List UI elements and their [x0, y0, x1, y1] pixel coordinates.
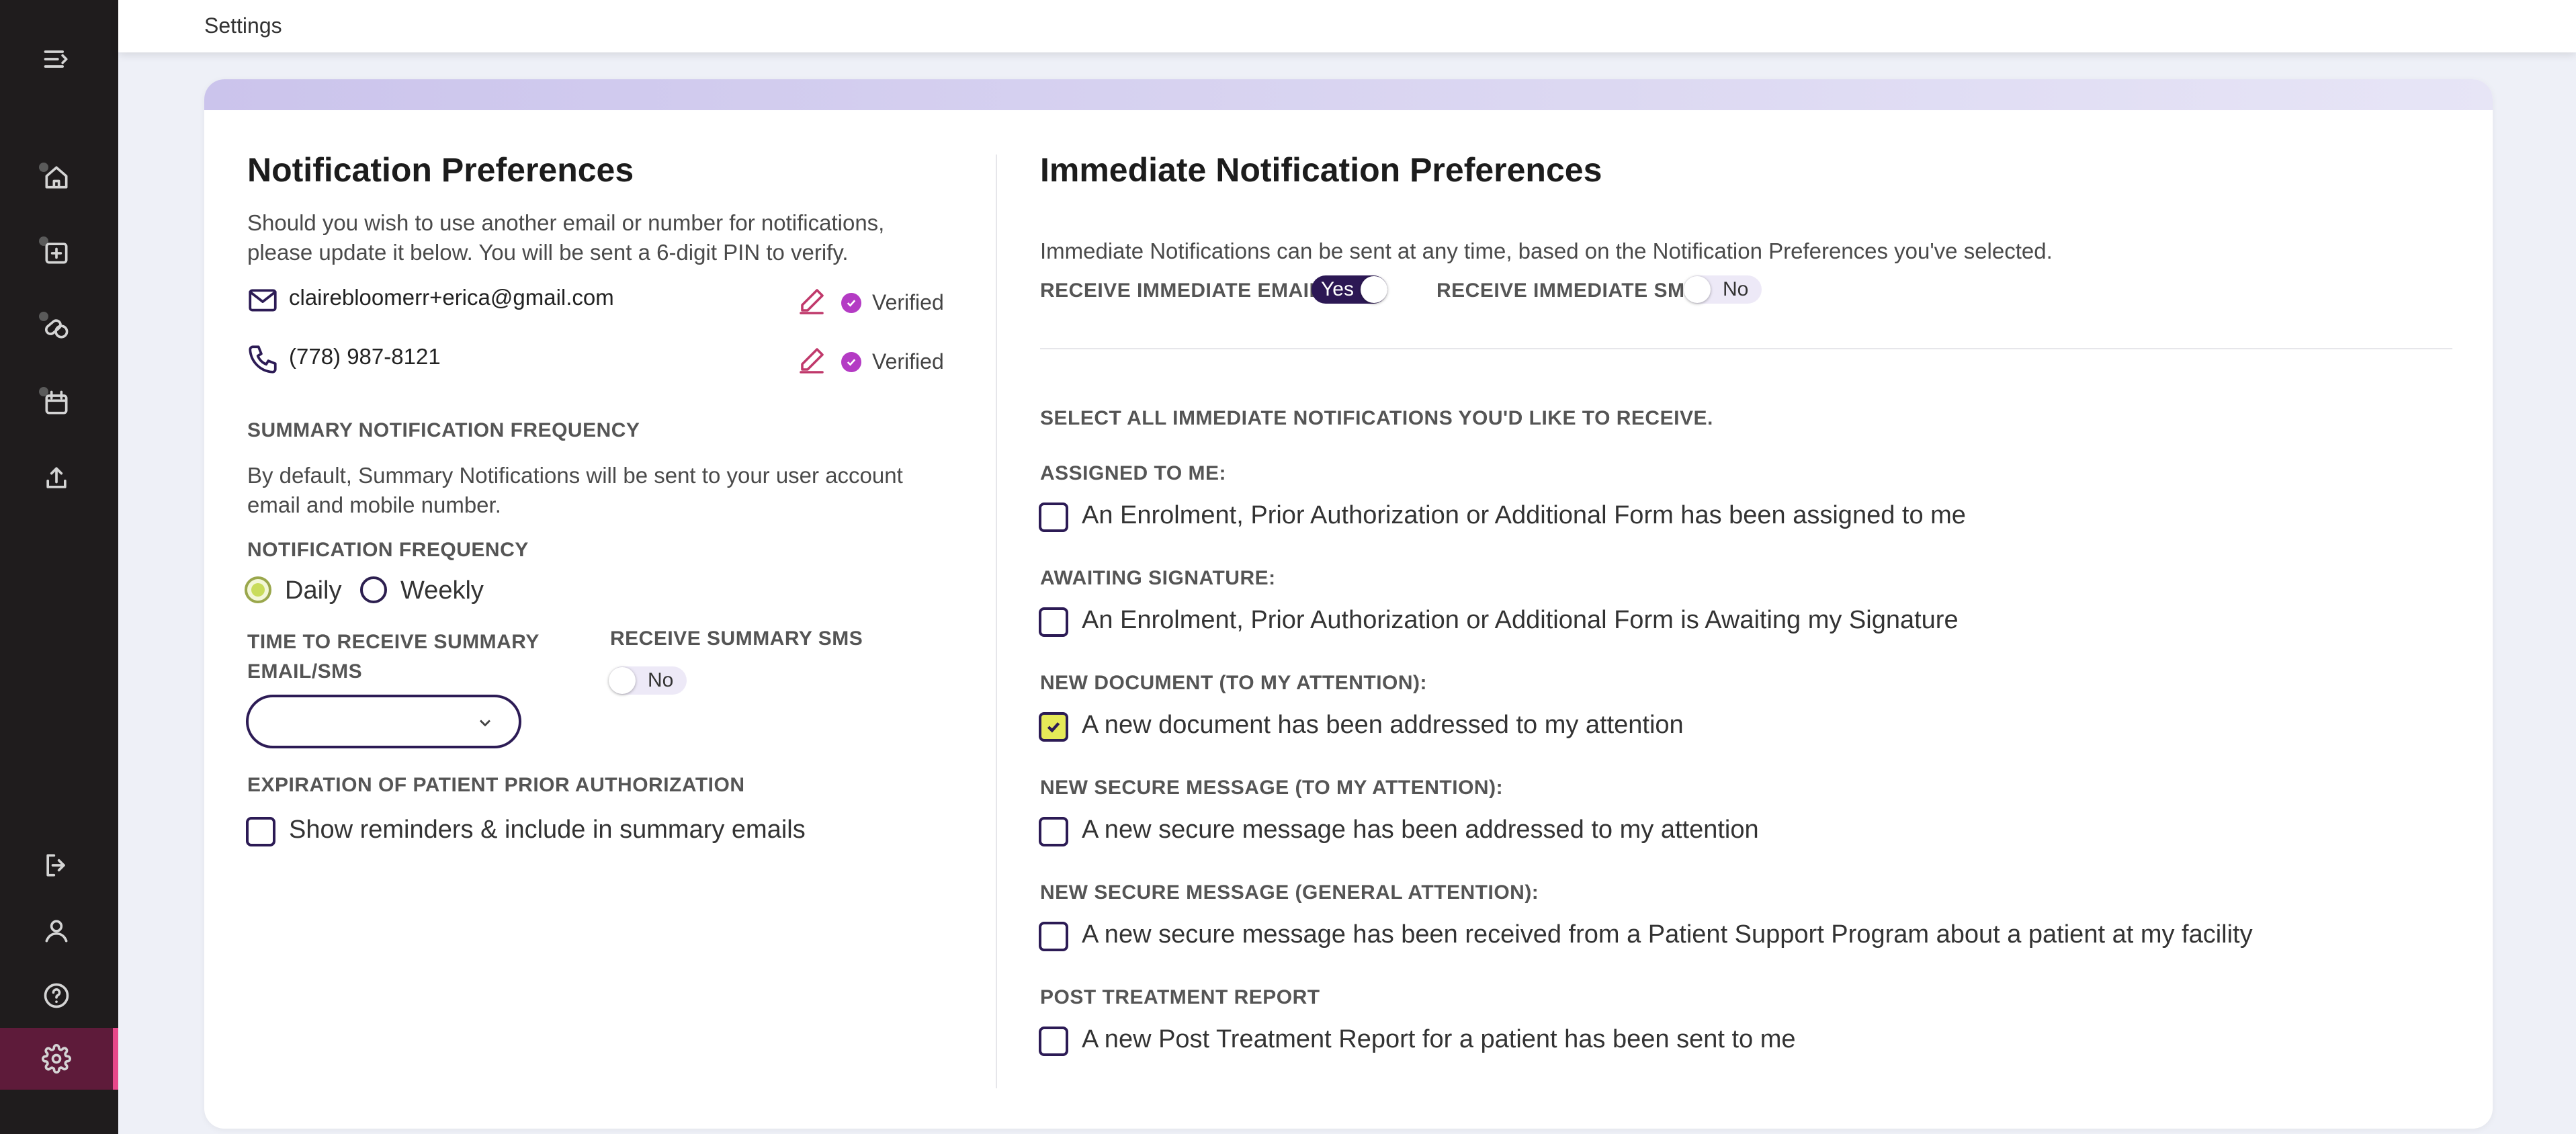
edit-phone-icon[interactable]	[796, 344, 828, 376]
summary-time-label: TIME TO RECEIVE SUMMARY EMAIL/SMS	[247, 631, 540, 683]
toggle-knob	[1684, 276, 1711, 303]
mail-icon	[246, 284, 280, 317]
group-label-secure-message-attention: NEW SECURE MESSAGE (TO MY ATTENTION):	[1040, 777, 1504, 799]
radio-weekly-label[interactable]: Weekly	[400, 576, 484, 605]
option-new-document[interactable]: A new document has been addressed to my …	[1082, 711, 1684, 740]
option-post-treatment[interactable]: A new Post Treatment Report for a patien…	[1082, 1025, 1796, 1054]
settings-card: Notification Preferences Should you wish…	[204, 79, 2493, 1129]
summary-time-select[interactable]	[246, 695, 521, 748]
phone-icon	[246, 343, 280, 376]
calendar-icon[interactable]	[40, 387, 73, 419]
checkbox-post-treatment[interactable]	[1039, 1027, 1068, 1056]
notification-frequency-label: NOTIFICATION FREQUENCY	[247, 539, 529, 561]
immediate-sms-toggle[interactable]: No	[1684, 275, 1762, 304]
immediate-preferences-description: Immediate Notifications can be sent at a…	[1040, 238, 2053, 263]
expiration-reminder-label[interactable]: Show reminders & include in summary emai…	[289, 816, 806, 844]
select-all-label: SELECT ALL IMMEDIATE NOTIFICATIONS YOU'D…	[1040, 407, 1713, 429]
edit-email-icon[interactable]	[796, 285, 828, 317]
expiration-label: EXPIRATION OF PATIENT PRIOR AUTHORIZATIO…	[247, 774, 745, 796]
sidebar	[0, 0, 118, 1134]
option-awaiting-signature[interactable]: An Enrolment, Prior Authorization or Add…	[1082, 606, 1959, 635]
top-bar: Settings	[118, 0, 2576, 52]
gear-icon[interactable]	[40, 1043, 73, 1075]
email-verified-label: Verified	[872, 290, 944, 314]
page-title: Settings	[204, 13, 282, 38]
immediate-sms-label: RECEIVE IMMEDIATE SMS	[1436, 279, 1699, 302]
home-icon[interactable]	[40, 161, 73, 193]
help-icon[interactable]	[40, 979, 73, 1012]
pills-icon[interactable]	[40, 312, 73, 344]
card-header-band	[204, 79, 2493, 110]
checkbox-secure-message-general[interactable]	[1039, 922, 1068, 951]
summary-sms-label: RECEIVE SUMMARY SMS	[610, 627, 863, 650]
group-label-new-document: NEW DOCUMENT (TO MY ATTENTION):	[1040, 672, 1428, 694]
email-verified-status: Verified	[841, 290, 944, 315]
immediate-email-toggle[interactable]: Yes	[1312, 275, 1387, 304]
email-value: clairebloomerr+erica@gmail.com	[289, 285, 614, 310]
verified-check-icon	[841, 292, 861, 313]
notification-preferences-title: Notification Preferences	[247, 151, 634, 189]
checkbox-new-document[interactable]	[1039, 712, 1068, 742]
group-label-awaiting-signature: AWAITING SIGNATURE:	[1040, 567, 1276, 589]
section-divider	[1040, 348, 2452, 349]
immediate-sms-toggle-state: No	[1723, 278, 1749, 300]
phone-value: (778) 987-8121	[289, 344, 441, 369]
menu-expand-icon[interactable]	[40, 43, 73, 75]
notification-preferences-description: Should you wish to use another email or …	[247, 210, 885, 265]
column-divider	[996, 155, 997, 1088]
option-assigned[interactable]: An Enrolment, Prior Authorization or Add…	[1082, 501, 1966, 530]
radio-daily-label[interactable]: Daily	[285, 576, 341, 605]
logout-icon[interactable]	[40, 849, 73, 881]
checkbox-secure-message-attention[interactable]	[1039, 817, 1068, 846]
verified-check-icon	[841, 351, 861, 372]
radio-weekly[interactable]	[360, 576, 387, 603]
chevron-down-icon	[479, 719, 491, 727]
group-label-secure-message-general: NEW SECURE MESSAGE (GENERAL ATTENTION):	[1040, 881, 1539, 904]
phone-verified-status: Verified	[841, 349, 944, 374]
radio-daily[interactable]	[245, 576, 271, 603]
immediate-email-label: RECEIVE IMMEDIATE EMAIL	[1040, 279, 1322, 302]
option-secure-message-attention[interactable]: A new secure message has been addressed …	[1082, 816, 1759, 844]
summary-sms-toggle[interactable]: No	[609, 666, 687, 695]
expiration-reminder-checkbox[interactable]	[246, 817, 275, 846]
checkbox-awaiting-signature[interactable]	[1039, 607, 1068, 637]
medical-box-icon[interactable]	[40, 236, 73, 269]
group-label-post-treatment: POST TREATMENT REPORT	[1040, 986, 1320, 1008]
immediate-email-toggle-state: Yes	[1321, 278, 1354, 300]
upload-icon[interactable]	[40, 462, 73, 494]
immediate-preferences-title: Immediate Notification Preferences	[1040, 151, 1602, 189]
summary-sms-toggle-state: No	[648, 669, 674, 691]
user-icon[interactable]	[40, 915, 73, 947]
phone-verified-label: Verified	[872, 349, 944, 374]
group-label-assigned: ASSIGNED TO ME:	[1040, 462, 1226, 484]
summary-frequency-heading: SUMMARY NOTIFICATION FREQUENCY	[247, 419, 640, 441]
toggle-knob	[609, 667, 636, 694]
check-icon	[1047, 722, 1060, 733]
toggle-knob	[1360, 276, 1387, 303]
checkbox-assigned[interactable]	[1039, 503, 1068, 532]
option-secure-message-general[interactable]: A new secure message has been received f…	[1082, 920, 2253, 949]
summary-description: By default, Summary Notifications will b…	[247, 463, 903, 517]
